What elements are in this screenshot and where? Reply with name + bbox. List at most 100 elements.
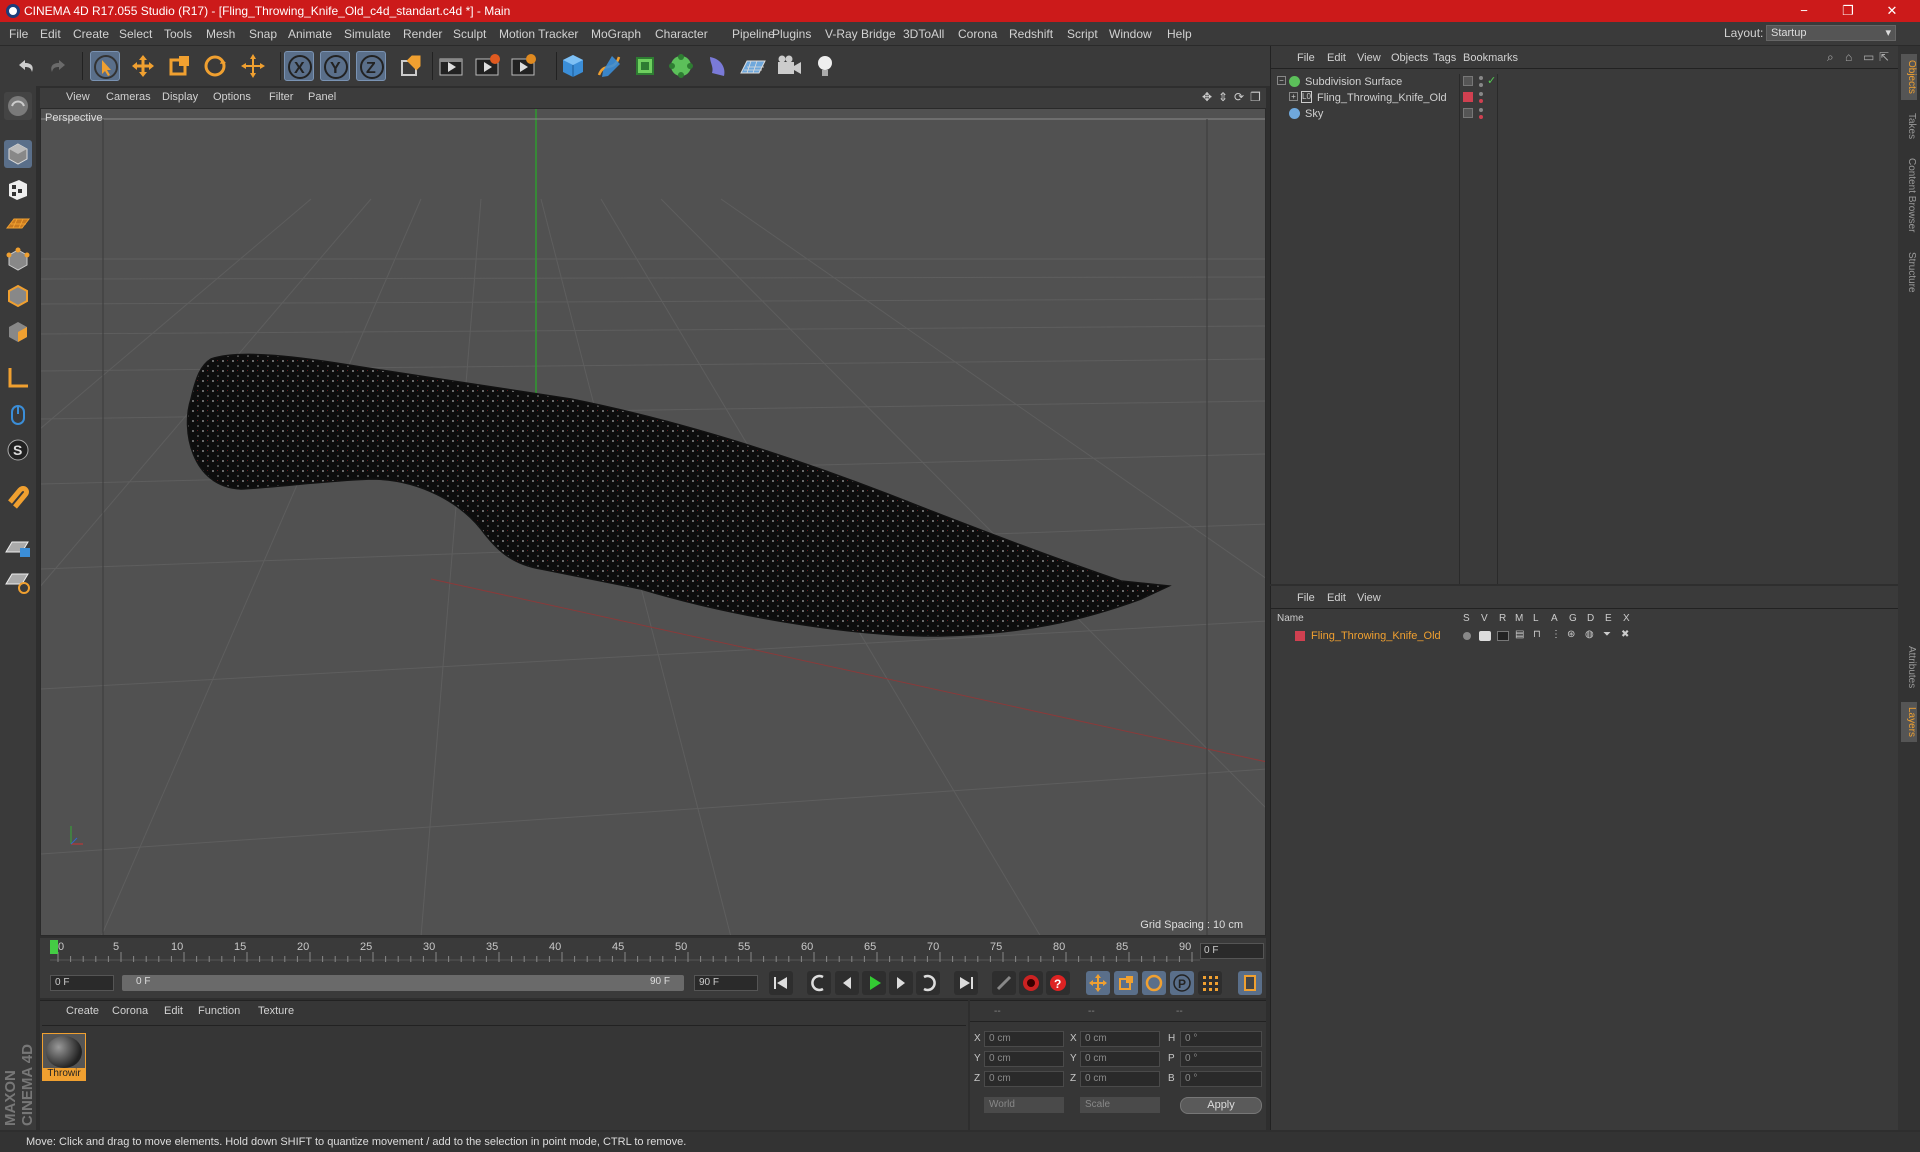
coord-scale-select[interactable]: Scale	[1080, 1097, 1160, 1113]
size-y-field[interactable]: 0 cm	[1080, 1051, 1160, 1067]
material-menu-edit[interactable]: Edit	[164, 1005, 183, 1017]
floor-button[interactable]	[738, 51, 768, 81]
maximize-button[interactable]: ❐	[1826, 0, 1870, 22]
cube-primitive-button[interactable]	[558, 51, 588, 81]
menu-sculpt[interactable]: Sculpt	[453, 27, 486, 41]
tab-layers[interactable]: Layers	[1901, 702, 1917, 742]
solo-toggle-icon[interactable]	[1463, 632, 1471, 640]
menu-animate[interactable]: Animate	[288, 27, 332, 41]
layer-tag-icon[interactable]	[1463, 76, 1473, 86]
layer-menu-file[interactable]: File	[1297, 592, 1315, 604]
viewport-move-icon[interactable]: ✥	[1202, 90, 1212, 104]
viewport-menu-options[interactable]: Options	[213, 91, 251, 103]
render-visibility-dot[interactable]	[1479, 83, 1483, 87]
x-axis-lock-button[interactable]: X	[284, 51, 314, 81]
menu-mesh[interactable]: Mesh	[206, 27, 235, 41]
object-menu-bookmarks[interactable]: Bookmarks	[1463, 52, 1518, 64]
viewport-rotate-icon[interactable]: ⟳	[1234, 90, 1244, 104]
make-editable-button[interactable]	[4, 92, 32, 120]
goto-start-button[interactable]	[769, 971, 793, 995]
size-z-field[interactable]: 0 cm	[1080, 1071, 1160, 1087]
undo-button[interactable]	[10, 51, 40, 81]
tab-structure[interactable]: Structure	[1901, 244, 1917, 300]
rotation-h-field[interactable]: 0 °	[1180, 1031, 1262, 1047]
editor-visibility-dot[interactable]	[1479, 76, 1483, 80]
redo-button[interactable]	[44, 51, 74, 81]
layout-select[interactable]: Startup ▾	[1766, 25, 1896, 41]
editor-visibility-dot[interactable]	[1479, 92, 1483, 96]
rotation-p-field[interactable]: 0 °	[1180, 1051, 1262, 1067]
apply-button[interactable]: Apply	[1180, 1097, 1262, 1114]
object-menu-objects[interactable]: Objects	[1391, 52, 1428, 64]
tab-content-browser[interactable]: Content Browser	[1901, 150, 1917, 240]
light-button[interactable]	[810, 51, 840, 81]
menu-window[interactable]: Window	[1109, 27, 1152, 41]
prev-key-button[interactable]	[807, 971, 831, 995]
menu-vray-bridge[interactable]: V-Ray Bridge	[825, 27, 896, 41]
menu-corona[interactable]: Corona	[958, 27, 997, 41]
material-menu-create[interactable]: Create	[66, 1005, 99, 1017]
generators-toggle-icon[interactable]: ⊛	[1567, 629, 1575, 640]
layer-menu-view[interactable]: View	[1357, 592, 1381, 604]
viewport-menu-view[interactable]: View	[66, 91, 90, 103]
key-pla-button[interactable]	[1198, 971, 1222, 995]
render-view-button[interactable]	[436, 51, 466, 81]
position-z-field[interactable]: 0 cm	[984, 1071, 1064, 1087]
layer-color-swatch[interactable]	[1463, 92, 1473, 102]
knife-mesh[interactable]	[186, 353, 1172, 637]
menu-script[interactable]: Script	[1067, 27, 1098, 41]
material-menu-function[interactable]: Function	[198, 1005, 240, 1017]
render-visibility-dot[interactable]	[1479, 115, 1483, 119]
manager-toggle-icon[interactable]: ▤	[1515, 629, 1524, 640]
workplane-mode-button[interactable]	[4, 210, 32, 238]
coord-mode-select[interactable]: World	[984, 1097, 1064, 1113]
xref-toggle-icon[interactable]: ✖	[1621, 629, 1629, 640]
position-y-field[interactable]: 0 cm	[984, 1051, 1064, 1067]
editor-visibility-dot[interactable]	[1479, 108, 1483, 112]
subdivision-surface-button[interactable]	[630, 51, 660, 81]
menu-select[interactable]: Select	[119, 27, 152, 41]
current-frame-field[interactable]: 0 F	[1200, 943, 1264, 959]
home-icon[interactable]: ⌂	[1845, 50, 1852, 64]
start-frame-field[interactable]: 0 F	[50, 975, 114, 991]
tab-takes[interactable]: Takes	[1901, 106, 1917, 146]
menu-tools[interactable]: Tools	[164, 27, 192, 41]
menu-render[interactable]: Render	[403, 27, 442, 41]
menu-character[interactable]: Character	[655, 27, 708, 41]
camera-button[interactable]	[774, 51, 804, 81]
material-menu-corona[interactable]: Corona	[112, 1005, 148, 1017]
y-axis-lock-button[interactable]: Y	[320, 51, 350, 81]
z-axis-lock-button[interactable]: Z	[356, 51, 386, 81]
enabled-check-icon[interactable]: ✓	[1487, 74, 1496, 87]
render-toggle-icon[interactable]	[1497, 631, 1509, 641]
viewport-menu-display[interactable]: Display	[162, 91, 198, 103]
search-icon[interactable]: ⌕	[1827, 50, 1834, 65]
record-button[interactable]	[1019, 971, 1043, 995]
texture-mode-button[interactable]	[4, 176, 32, 204]
transform-tool-button[interactable]	[238, 51, 268, 81]
object-menu-edit[interactable]: Edit	[1327, 52, 1346, 64]
timeline-playhead[interactable]	[50, 940, 58, 954]
prev-frame-button[interactable]	[835, 971, 859, 995]
menu-mograph[interactable]: MoGraph	[591, 27, 641, 41]
object-menu-file[interactable]: File	[1297, 52, 1315, 64]
end-frame-field[interactable]: 90 F	[694, 975, 758, 991]
workplane-lock-button[interactable]	[4, 532, 32, 560]
viewport-maximize-icon[interactable]: ❐	[1250, 90, 1261, 104]
menu-pipeline[interactable]: Pipeline	[732, 27, 775, 41]
select-tool-button[interactable]	[90, 51, 120, 81]
menu-plugins[interactable]: Plugins	[772, 27, 811, 41]
move-tool-button[interactable]	[128, 51, 158, 81]
key-rotation-button[interactable]	[1142, 971, 1166, 995]
minimize-button[interactable]: −	[1782, 0, 1826, 22]
polygons-mode-button[interactable]	[4, 318, 32, 346]
viewport-menu-cameras[interactable]: Cameras	[106, 91, 151, 103]
layer-color-swatch[interactable]	[1295, 631, 1305, 641]
perspective-viewport[interactable]: Perspective Grid Spacing : 10 cm	[40, 108, 1266, 936]
tweak-mode-button[interactable]	[4, 400, 32, 428]
menu-create[interactable]: Create	[73, 27, 109, 41]
menu-edit[interactable]: Edit	[40, 27, 61, 41]
render-visibility-dot[interactable]	[1479, 99, 1483, 103]
frame-range-slider[interactable]: 0 F 90 F	[122, 975, 684, 991]
axis-mode-button[interactable]	[4, 364, 32, 392]
